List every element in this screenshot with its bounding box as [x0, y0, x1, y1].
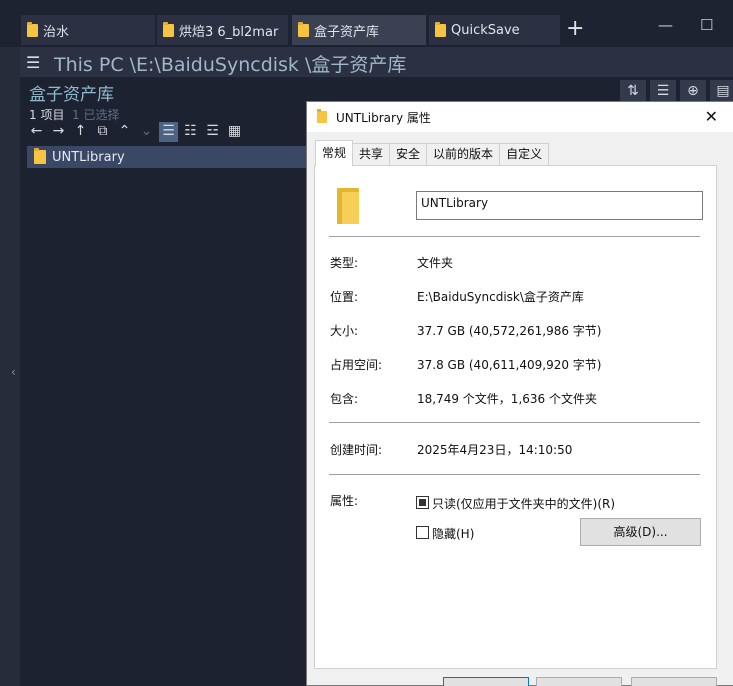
thumbnail-view-icon[interactable]: ▦: [225, 122, 244, 142]
location-value: E:\BaiduSyncdisk\盒子资产库: [417, 290, 584, 304]
apply-button[interactable]: [631, 677, 717, 686]
columns-icon[interactable]: ☰: [650, 80, 676, 102]
folder-icon: [34, 148, 46, 164]
tab-security[interactable]: 安全: [389, 143, 428, 166]
advanced-button[interactable]: 高级(D)...: [580, 518, 701, 546]
sort-icon[interactable]: ⇅: [620, 80, 646, 102]
disk-size-label: 占用空间:: [330, 358, 383, 372]
folder-icon: [317, 109, 327, 123]
tab-previous-versions[interactable]: 以前的版本: [426, 143, 501, 166]
dialog-titlebar[interactable]: UNTLibrary 属性 ✕: [307, 102, 733, 132]
pane-title: 盒子资产库: [29, 85, 114, 105]
folder-icon: [435, 21, 446, 37]
dialog-tabs: 常规 共享 安全 以前的版本 自定义: [315, 140, 550, 166]
location-label: 位置:: [330, 290, 359, 304]
chevron-down-icon[interactable]: ⌄: [137, 122, 156, 142]
folder-icon: [27, 21, 38, 37]
divider: [329, 474, 700, 475]
maximize-button[interactable]: ☐: [700, 16, 713, 34]
ok-button[interactable]: [443, 677, 529, 686]
chevron-up-icon[interactable]: ⌃: [115, 122, 134, 142]
folder-icon: [298, 21, 309, 37]
selected-count: 1 已选择: [72, 108, 120, 122]
list-item[interactable]: UNTLibrary: [27, 146, 317, 168]
tab-quicksave[interactable]: QuickSave: [429, 15, 560, 45]
properties-dialog: UNTLibrary 属性 ✕ 常规 共享 安全 以前的版本 自定义 UNTLi…: [306, 101, 733, 686]
tab-zhishui[interactable]: 治水: [21, 15, 155, 45]
forward-icon[interactable]: →: [49, 122, 68, 142]
left-rail[interactable]: ‹: [0, 47, 20, 686]
dialog-title: UNTLibrary 属性: [336, 110, 431, 125]
tab-hongbei[interactable]: 烘焙3 6_bl2mar: [157, 15, 288, 45]
folder-icon: [163, 21, 174, 37]
disk-size-value: 37.8 GB (40,611,409,920 字节): [417, 358, 602, 372]
chevron-left-icon[interactable]: ‹: [11, 365, 16, 379]
size-label: 大小:: [330, 324, 359, 338]
pane-right-toolbar: ⇅ ☰ ⊕ ▤: [620, 80, 733, 102]
cancel-button[interactable]: [536, 677, 622, 686]
contains-label: 包含:: [330, 392, 359, 406]
hidden-label[interactable]: 隐藏(H): [432, 525, 474, 542]
tab-label: 盒子资产库: [314, 24, 380, 40]
list-view-icon[interactable]: ☷: [181, 122, 200, 142]
folder-name-input[interactable]: UNTLibrary: [416, 191, 703, 220]
new-tab-button[interactable]: +: [566, 18, 584, 40]
readonly-label[interactable]: 只读(仅应用于文件夹中的文件)(R): [432, 495, 615, 512]
attributes-label: 属性:: [330, 494, 359, 508]
tab-label: 治水: [43, 24, 70, 40]
list-item-label: UNTLibrary: [52, 149, 125, 165]
menu-icon[interactable]: ☰: [26, 53, 40, 72]
tab-customize[interactable]: 自定义: [499, 143, 550, 166]
tab-bar: 治水 烘焙3 6_bl2mar 盒子资产库 QuickSave + — ☐: [0, 0, 733, 45]
details-view-icon[interactable]: ☰: [159, 122, 178, 142]
address-path[interactable]: This PC \E:\BaiduSyncdisk \盒子资产库: [54, 50, 406, 77]
new-folder-icon[interactable]: ⧉: [93, 122, 112, 142]
tab-hezi[interactable]: 盒子资产库: [292, 15, 426, 45]
item-count: 1 项目: [29, 108, 65, 122]
minimize-button[interactable]: —: [658, 16, 673, 34]
created-label: 创建时间:: [330, 443, 383, 457]
type-label: 类型:: [330, 256, 359, 270]
size-value: 37.7 GB (40,572,261,986 字节): [417, 324, 602, 338]
contains-value: 18,749 个文件，1,636 个文件夹: [417, 392, 597, 406]
up-icon[interactable]: ↑: [71, 122, 90, 142]
tiles-view-icon[interactable]: ☲: [203, 122, 222, 142]
back-icon[interactable]: ←: [27, 122, 46, 142]
clipboard-icon[interactable]: ▤: [710, 80, 733, 102]
readonly-checkbox[interactable]: [416, 496, 429, 509]
tab-label: QuickSave: [451, 22, 520, 38]
divider: [329, 422, 700, 423]
pane-toolbar: ← → ↑ ⧉ ⌃ ⌄ ☰ ☷ ☲ ▦: [27, 122, 244, 142]
tab-sharing[interactable]: 共享: [352, 143, 391, 166]
target-icon[interactable]: ⊕: [680, 80, 706, 102]
tab-label: 烘焙3 6_bl2mar: [179, 24, 279, 40]
folder-icon: [337, 188, 359, 224]
type-value: 文件夹: [417, 256, 454, 270]
divider: [329, 236, 700, 237]
hidden-checkbox[interactable]: [416, 526, 429, 539]
tab-general[interactable]: 常规: [315, 140, 354, 166]
address-bar[interactable]: ☰ This PC \E:\BaiduSyncdisk \盒子资产库: [20, 47, 733, 77]
close-icon[interactable]: ✕: [705, 107, 718, 126]
created-value: 2025年4月23日，14:10:50: [417, 443, 573, 457]
general-panel: UNTLibrary 类型: 文件夹 位置: E:\BaiduSyncdisk\…: [314, 165, 717, 669]
